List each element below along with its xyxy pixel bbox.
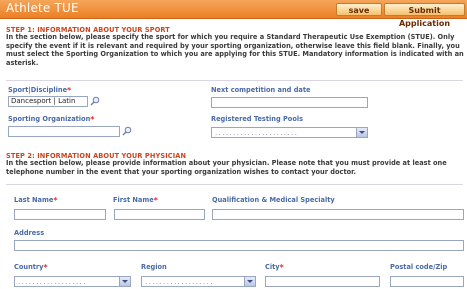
country-label: Country*	[14, 263, 48, 272]
organization-lookup-magnifier-icon[interactable]	[122, 126, 132, 136]
chevron-down-icon	[356, 128, 367, 137]
organization-label: Sporting Organization*	[8, 115, 95, 124]
next-competition-label: Next competition and date	[211, 86, 311, 94]
page-title: Athlete TUE	[6, 1, 79, 15]
sport-input[interactable]: Dancesport | Latin	[8, 96, 88, 107]
postal-code-input[interactable]	[390, 276, 464, 287]
testing-pools-label: Registered Testing Pools	[211, 115, 304, 123]
divider	[6, 80, 463, 81]
step2-description: In the section below, please provide inf…	[6, 159, 447, 176]
city-label: City*	[265, 263, 284, 272]
next-competition-input[interactable]	[211, 97, 368, 108]
chevron-down-icon	[244, 277, 255, 286]
last-name-input[interactable]	[14, 209, 106, 220]
last-name-label: Last Name*	[14, 196, 58, 205]
submit-application-button[interactable]: Submit Application	[384, 3, 465, 28]
postal-code-label: Postal code/Zip	[390, 263, 448, 271]
qualification-input[interactable]	[212, 209, 464, 220]
testing-pools-select[interactable]: .......................	[211, 127, 368, 138]
chevron-down-icon	[119, 277, 130, 286]
step1-description: In the section below, please specify the…	[6, 33, 464, 67]
sport-label: Sport|Discipline*	[8, 86, 72, 95]
header-bar: Athlete TUE save Submit Application	[0, 0, 467, 28]
country-select[interactable]: ...................	[14, 276, 131, 287]
city-input[interactable]	[265, 276, 380, 287]
address-label: Address	[14, 229, 45, 237]
first-name-input[interactable]	[114, 209, 205, 220]
region-select[interactable]: ...................	[141, 276, 256, 287]
sport-lookup-magnifier-icon[interactable]	[90, 96, 100, 106]
region-label: Region	[141, 263, 167, 271]
divider	[6, 184, 463, 185]
first-name-label: First Name*	[113, 196, 158, 205]
qualification-label: Qualification & Medical Specialty	[212, 196, 335, 204]
organization-input[interactable]	[8, 126, 120, 137]
address-input[interactable]	[14, 240, 464, 251]
save-button[interactable]: save	[336, 3, 382, 16]
